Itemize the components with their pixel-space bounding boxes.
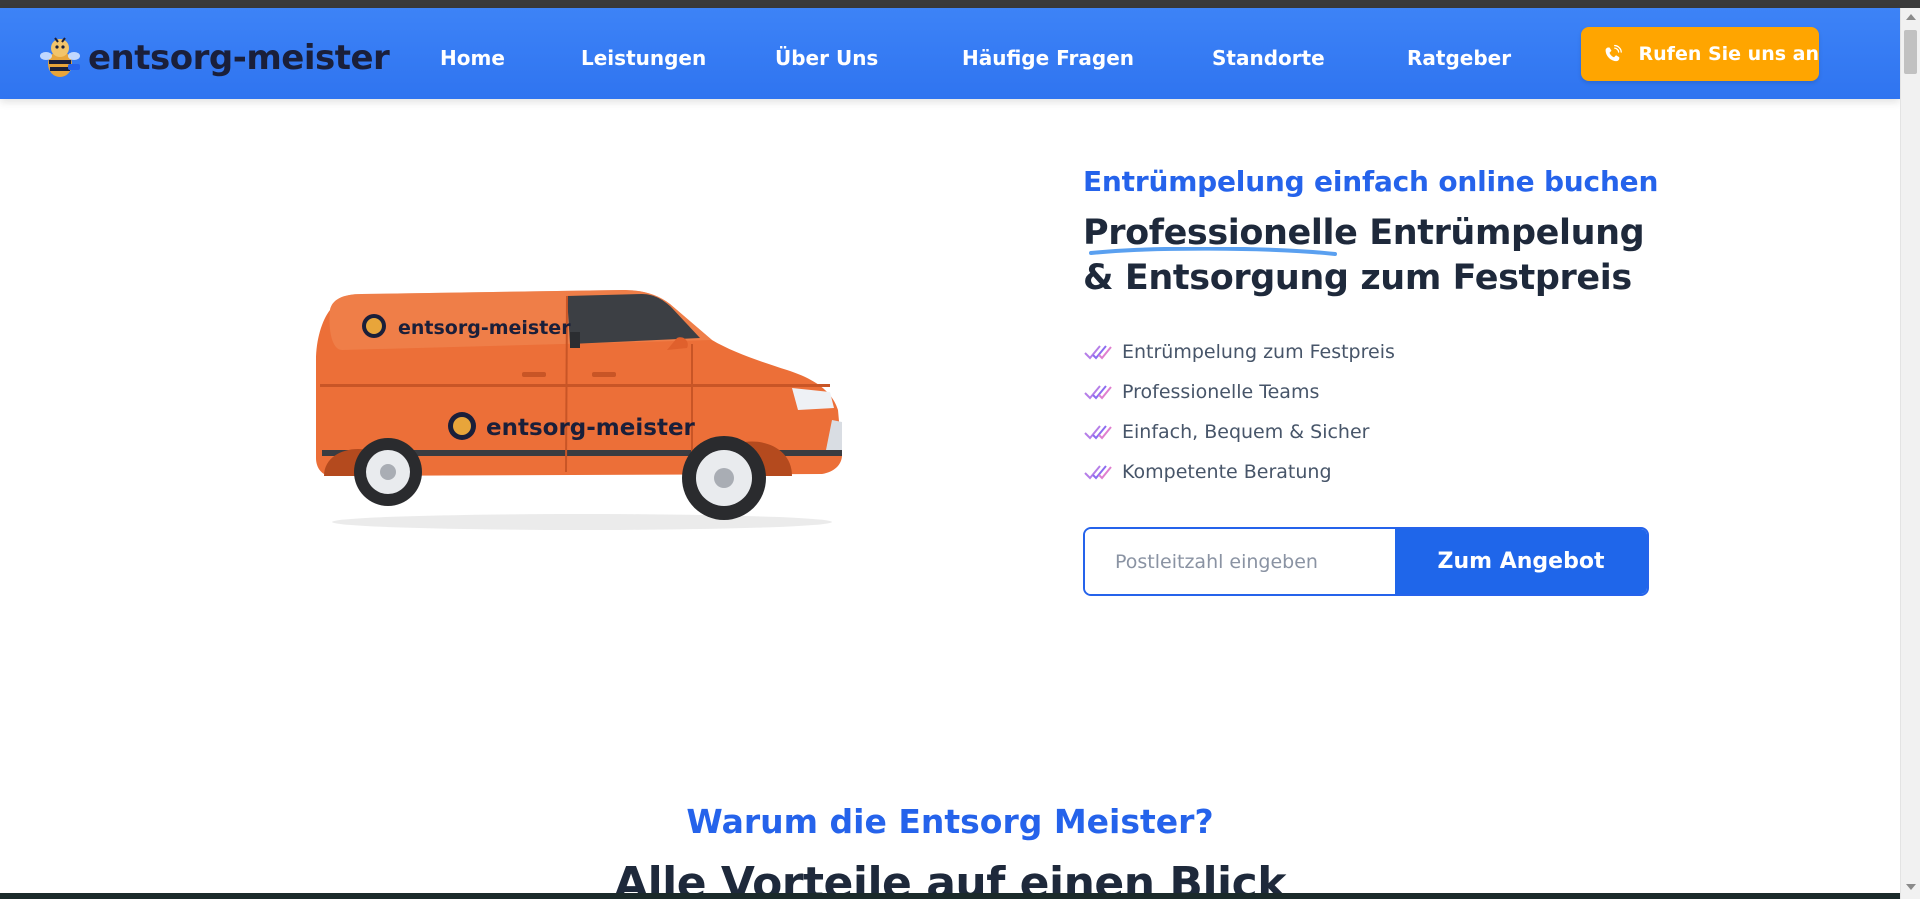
- feature-item: Professionelle Teams: [1083, 372, 1395, 412]
- feature-item: Entrümpelung zum Festpreis: [1083, 332, 1395, 372]
- nav-leistungen[interactable]: Leistungen: [581, 46, 706, 70]
- scrollbar-thumb[interactable]: [1904, 30, 1917, 74]
- browser-top-strip: [0, 0, 1920, 8]
- headline-underlined-word: Professionelle: [1083, 213, 1369, 256]
- phone-icon: [1605, 44, 1622, 62]
- feature-text: Kompetente Beratung: [1122, 461, 1332, 483]
- van-logo-lower: entsorg-meister: [448, 412, 696, 441]
- headline-line-2: & Entsorgung zum Festpreis: [1083, 258, 1632, 298]
- logo-wordmark: entsorg-meister: [88, 38, 390, 78]
- feature-text: Einfach, Bequem & Sicher: [1122, 421, 1370, 443]
- bee-mascot-icon: [40, 37, 80, 77]
- site-logo[interactable]: entsorg-meister: [36, 34, 390, 82]
- feature-text: Professionelle Teams: [1122, 381, 1320, 403]
- call-us-label: Rufen Sie uns an: [1638, 43, 1819, 65]
- page-scrollbar[interactable]: [1900, 8, 1920, 899]
- zip-code-input[interactable]: [1085, 529, 1395, 594]
- feature-item: Einfach, Bequem & Sicher: [1083, 412, 1395, 452]
- zip-code-form: Zum Angebot: [1083, 527, 1649, 596]
- nav-ratgeber[interactable]: Ratgeber: [1407, 46, 1511, 70]
- scroll-down-arrow-icon[interactable]: [1906, 884, 1916, 890]
- nav-standorte[interactable]: Standorte: [1212, 46, 1325, 70]
- van-logo-text-lower: entsorg-meister: [486, 415, 696, 441]
- nav-home[interactable]: Home: [440, 46, 505, 70]
- feature-text: Entrümpelung zum Festpreis: [1122, 341, 1395, 363]
- site-header: entsorg-meister Home Leistungen Über Uns…: [0, 8, 1900, 99]
- scroll-up-arrow-icon[interactable]: [1906, 14, 1916, 20]
- page-bottom-strip: [0, 893, 1900, 899]
- double-check-icon: [1084, 465, 1112, 480]
- double-check-icon: [1084, 425, 1112, 440]
- nav-haeufige-fragen[interactable]: Häufige Fragen: [962, 46, 1134, 70]
- headline-line-1-rest: Entrümpelung: [1369, 213, 1645, 253]
- get-offer-button[interactable]: Zum Angebot: [1395, 529, 1647, 594]
- double-check-icon: [1084, 345, 1112, 360]
- nav-ueber-uns[interactable]: Über Uns: [775, 46, 878, 70]
- underline-swoosh-icon: [1089, 247, 1337, 256]
- feature-list: Entrümpelung zum Festpreis Professionell…: [1083, 332, 1395, 492]
- double-check-icon: [1084, 385, 1112, 400]
- hero-eyebrow: Entrümpelung einfach online buchen: [1083, 165, 1659, 198]
- hero-van-image: entsorg-meister entsorg-meister: [312, 280, 852, 540]
- feature-item: Kompetente Beratung: [1083, 452, 1395, 492]
- call-us-button[interactable]: Rufen Sie uns an: [1581, 27, 1819, 81]
- why-section-eyebrow: Warum die Entsorg Meister?: [686, 802, 1214, 841]
- van-logo-text-upper: entsorg-meister: [398, 317, 571, 339]
- hero-headline: Professionelle Entrümpelung & Entsorgung…: [1083, 211, 1683, 301]
- headline-line-1: Professionelle Entrümpelung: [1083, 211, 1683, 256]
